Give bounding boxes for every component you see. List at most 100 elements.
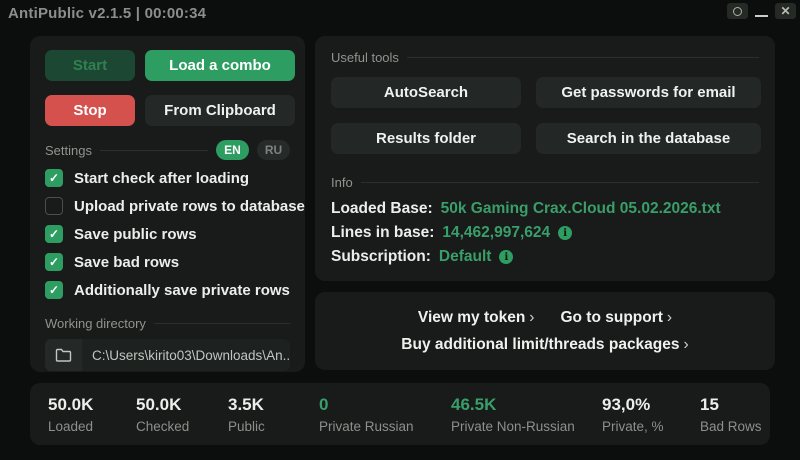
window-controls: ✕ [727,3,796,19]
divider [360,182,759,183]
subscription-value: Default [438,248,492,265]
check-icon: ✓ [48,227,60,241]
stat-label: Bad Rows [700,419,762,434]
stat-label: Private Non-Russian [451,419,575,434]
stat-private-russian: 0 Private Russian [319,395,414,434]
checkbox-label: Save bad rows [74,253,180,271]
antipublic-window: AntiPublic v2.1.5 | 00:00:34 ✕ Start Loa… [0,0,800,460]
links-row-top: View my token › Go to support › [418,309,672,327]
minimize-icon [755,14,768,17]
minimize-button[interactable] [755,6,768,17]
info-icon[interactable]: i [499,250,514,264]
from-clipboard-button[interactable]: From Clipboard [145,95,295,126]
folder-icon [55,348,72,362]
info-label: Info [331,175,353,190]
lines-in-base-row: Lines in base: 14,462,997,624 i [331,224,759,242]
control-panel: Start Load a combo Stop From Clipboard S… [30,36,305,372]
stat-label: Private Russian [319,419,414,434]
checkbox-additionally-save-private-rows[interactable]: ✓ Additionally save private rows [45,276,290,304]
title-bar: AntiPublic v2.1.5 | 00:00:34 ✕ [0,0,800,26]
language-ru-toggle[interactable]: RU [257,140,290,160]
settings-header: Settings EN RU [45,140,290,160]
stat-value: 46.5K [451,395,497,414]
stat-bad-rows: 15 Bad Rows [700,395,762,434]
close-icon: ✕ [780,4,791,18]
load-combo-button[interactable]: Load a combo [145,50,295,81]
autosearch-button[interactable]: AutoSearch [331,77,521,108]
language-en-toggle[interactable]: EN [216,140,249,160]
checkbox-label: Additionally save private rows [74,281,290,299]
buy-packages-link[interactable]: Buy additional limit/threads packages › [401,336,688,354]
stat-value: 15 [700,395,719,414]
stat-label: Loaded [48,419,94,434]
lines-in-base-label: Lines in base: [331,224,435,241]
go-to-support-link[interactable]: Go to support › [560,309,672,327]
stat-value: 50.0K [48,395,94,414]
checkbox-save-bad-rows[interactable]: ✓ Save bad rows [45,248,290,276]
working-directory-path[interactable]: C:\Users\kirito03\Downloads\An... [82,339,290,371]
close-button[interactable]: ✕ [775,3,796,19]
checkbox-box: ✓ [45,225,63,243]
subscription-label: Subscription: [331,248,431,265]
search-database-button[interactable]: Search in the database [536,123,761,154]
info-icon[interactable]: i [558,226,573,240]
stat-value: 3.5K [228,395,264,414]
checkbox-box: ✓ [45,169,63,187]
check-icon: ✓ [48,283,60,297]
tools-info-panel: Useful tools AutoSearch Get passwords fo… [315,36,775,281]
loaded-base-row: Loaded Base: 50k Gaming Crax.Cloud 05.02… [331,200,759,218]
stat-private-percent: 93,0% Private, % [602,395,664,434]
checkbox-save-public-rows[interactable]: ✓ Save public rows [45,220,290,248]
stats-bar: 50.0K Loaded 50.0K Checked 3.5K Public 0… [30,383,770,445]
loaded-base-label: Loaded Base: [331,200,433,217]
action-buttons: Start Load a combo Stop From Clipboard [45,50,295,126]
working-directory-label: Working directory [45,316,146,331]
stat-private-non-russian: 46.5K Private Non-Russian [451,395,575,434]
checkbox-start-check-after-loading[interactable]: ✓ Start check after loading [45,164,290,192]
browse-folder-button[interactable] [45,339,82,371]
lines-in-base-value: 14,462,997,624 [442,224,551,241]
stat-loaded: 50.0K Loaded [48,395,93,434]
working-directory-header: Working directory [45,316,290,331]
stat-label: Private, % [602,419,664,434]
results-folder-button[interactable]: Results folder [331,123,521,154]
chevron-right-icon: › [683,335,689,353]
useful-tools-header: Useful tools [331,50,759,65]
stat-checked: 50.0K Checked [136,395,189,434]
info-header: Info [331,175,759,190]
start-button[interactable]: Start [45,50,135,81]
stat-value: 0 [319,395,329,414]
window-title: AntiPublic v2.1.5 | 00:00:34 [8,4,207,22]
links-panel: View my token › Go to support › Buy additi… [315,292,775,370]
divider [406,57,759,58]
loaded-base-value: 50k Gaming Crax.Cloud 05.02.2026.txt [440,200,721,217]
check-icon: ✓ [48,171,60,185]
checkbox-box: ✓ [45,253,63,271]
stop-button[interactable]: Stop [45,95,135,126]
chevron-right-icon: › [666,308,673,326]
working-directory-field[interactable]: C:\Users\kirito03\Downloads\An... [45,339,290,371]
chevron-right-icon: › [529,308,535,326]
view-token-link[interactable]: View my token › [418,309,535,327]
stat-label: Checked [136,419,190,434]
divider [153,323,290,324]
checkbox-upload-private-rows[interactable]: ✓ Upload private rows to database [45,192,305,220]
tools-buttons: AutoSearch Get passwords for email Resul… [331,77,761,154]
checkbox-label: Start check after loading [74,169,250,187]
circle-button[interactable] [727,3,748,19]
stat-value: 93,0% [602,395,651,414]
stat-public: 3.5K Public [228,395,265,434]
circle-icon [733,6,742,16]
checkbox-box: ✓ [45,281,63,299]
checkbox-label: Save public rows [74,225,197,243]
get-passwords-button[interactable]: Get passwords for email [536,77,761,108]
stat-value: 50.0K [136,395,182,414]
checkbox-label: Upload private rows to database [74,197,305,215]
checkbox-box: ✓ [45,197,63,215]
subscription-row: Subscription: Default i [331,248,759,266]
check-icon: ✓ [48,255,60,269]
links-row-bottom: Buy additional limit/threads packages › [401,336,688,354]
useful-tools-label: Useful tools [331,50,399,65]
info-rows: Loaded Base: 50k Gaming Crax.Cloud 05.02… [331,200,759,266]
settings-label: Settings [45,142,92,158]
